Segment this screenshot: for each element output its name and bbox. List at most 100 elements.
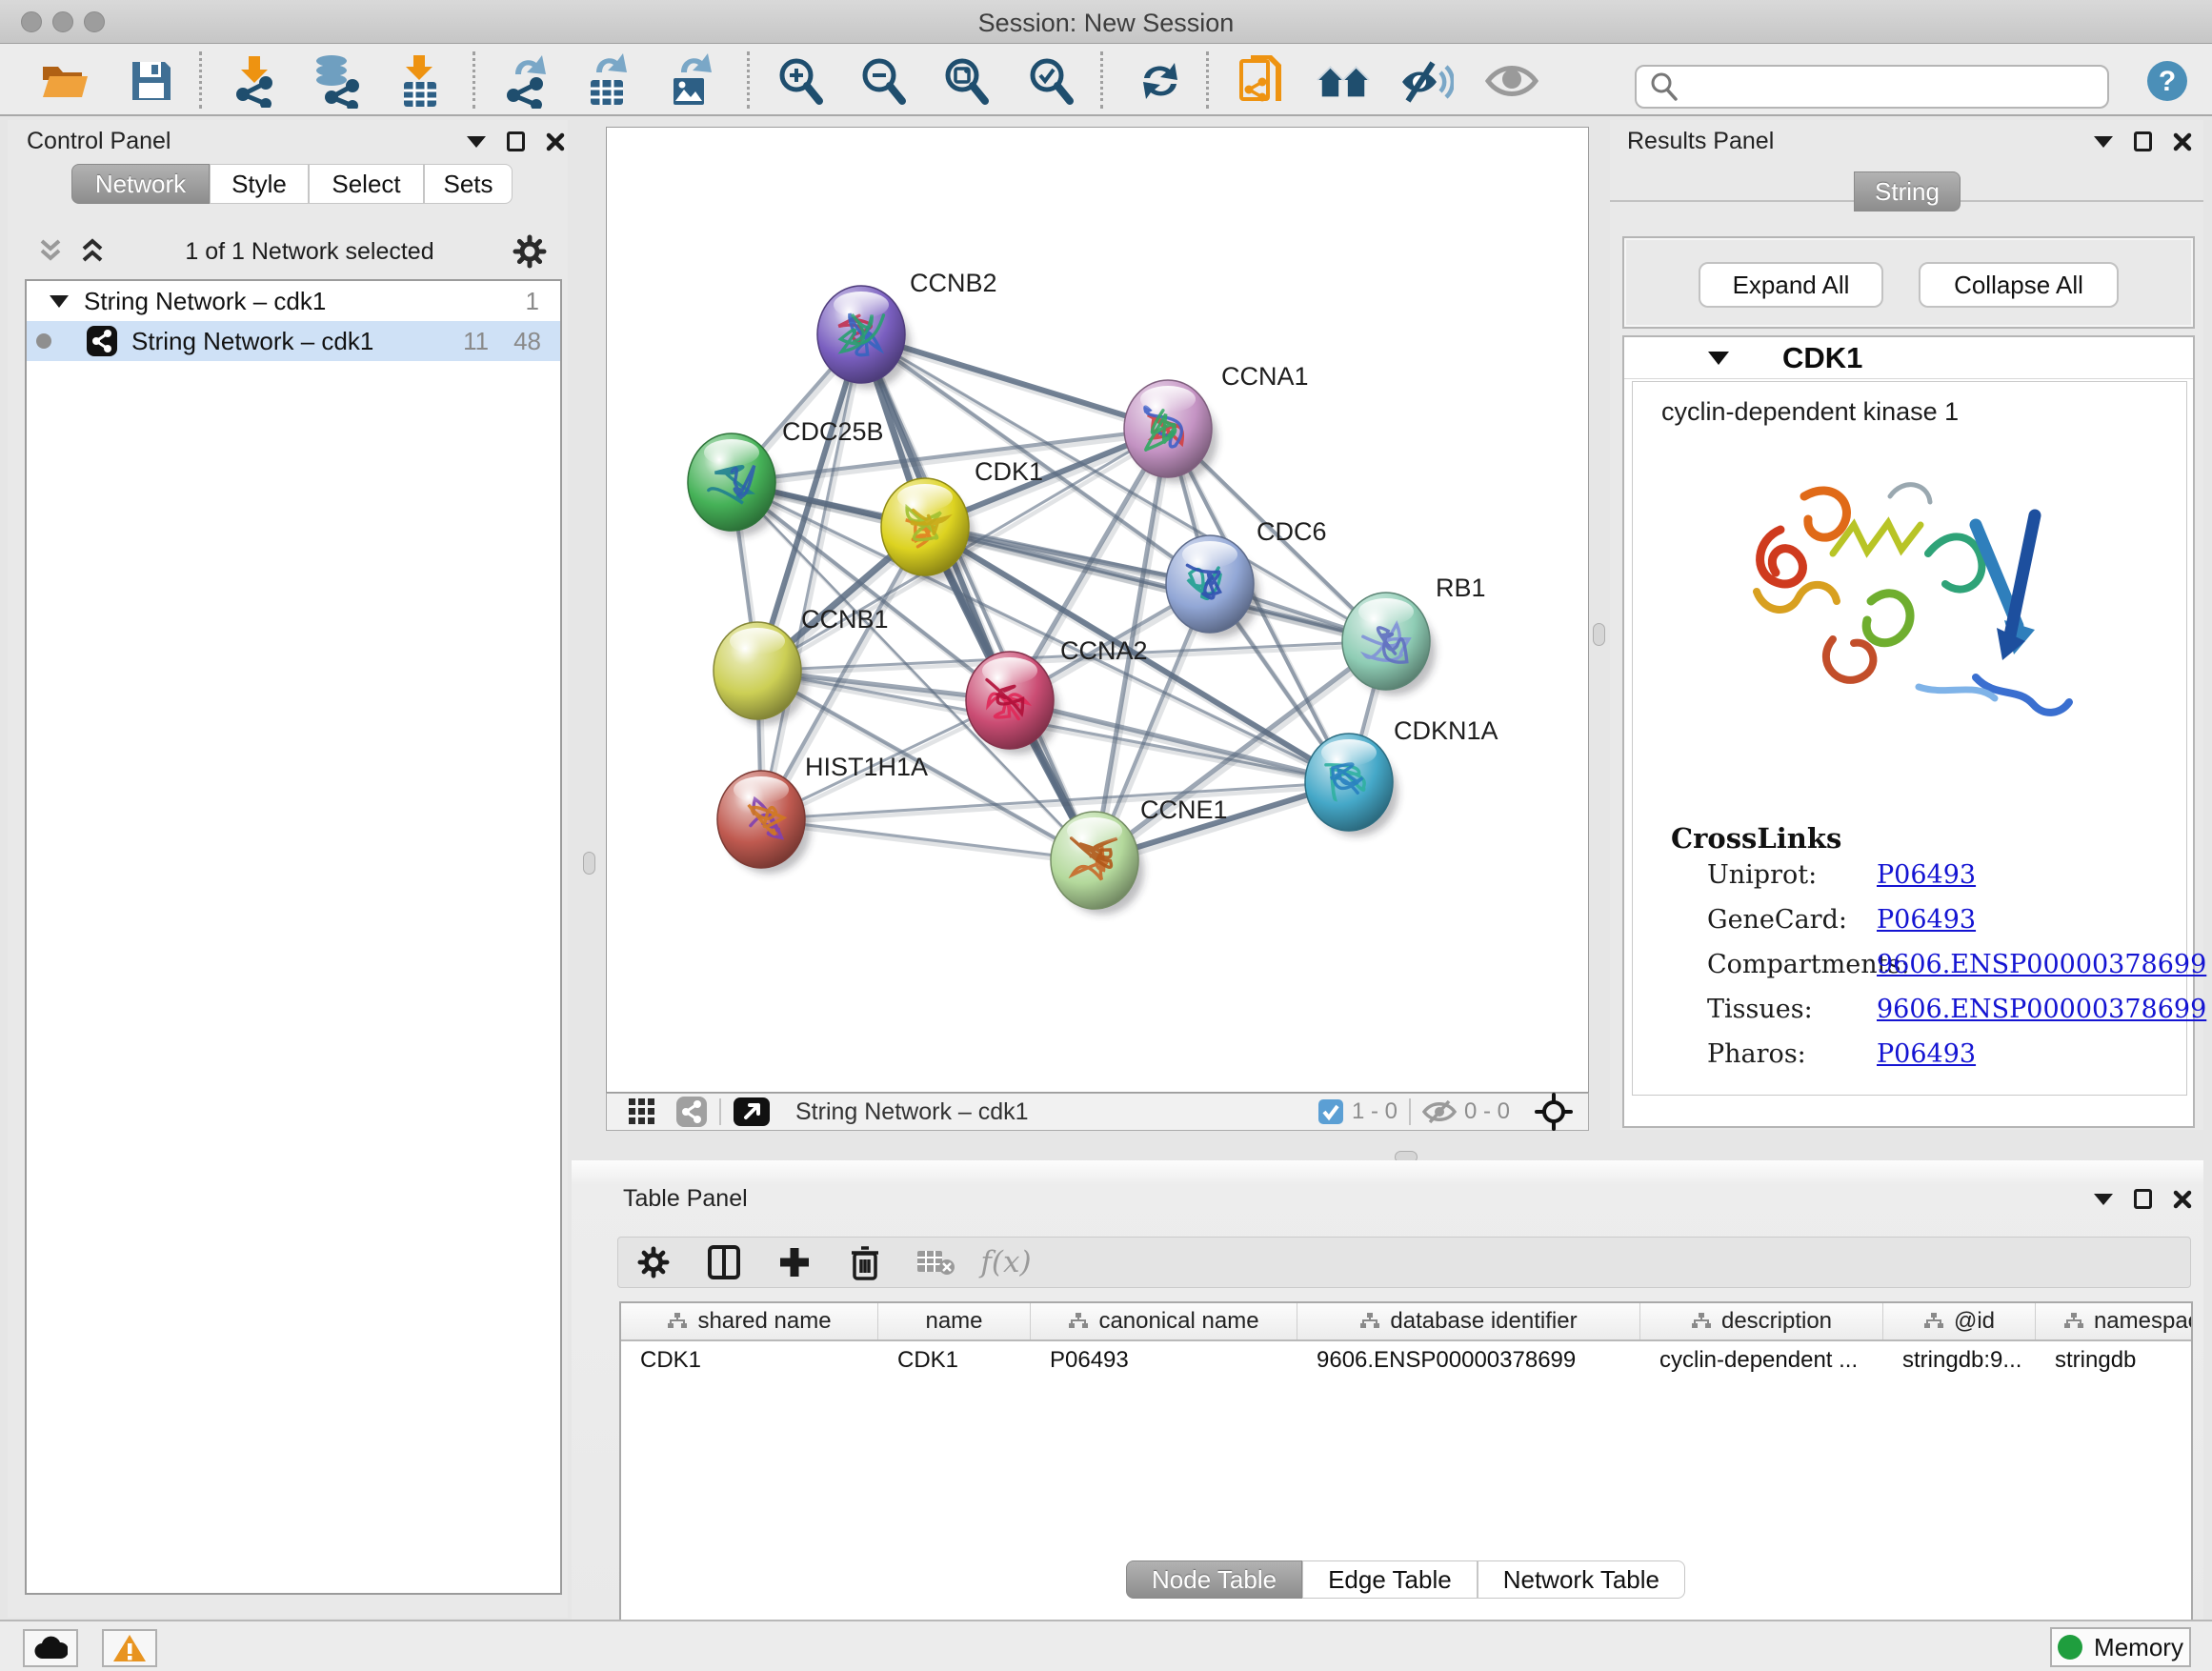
splitter-handle[interactable] bbox=[583, 852, 595, 875]
zoom-out-button[interactable] bbox=[855, 53, 911, 109]
results-panel-menu-icon[interactable] bbox=[2094, 136, 2113, 148]
table-cell[interactable]: stringdb bbox=[2036, 1341, 2193, 1379]
column-header-database-identifier[interactable]: database identifier bbox=[1297, 1303, 1640, 1339]
network-node-ccne1[interactable] bbox=[1051, 812, 1144, 915]
splitter-handle[interactable] bbox=[1593, 623, 1605, 646]
network-graph[interactable]: CCNB2CCNA1CDC25BCDK1CDC6RB1CCNB1CCNA2CDK… bbox=[607, 128, 1588, 1092]
birds-eye-view-icon[interactable] bbox=[733, 1097, 771, 1127]
table-cell[interactable]: 9606.ENSP00000378699 bbox=[1297, 1341, 1640, 1379]
zoom-selected-button[interactable] bbox=[1023, 53, 1078, 109]
table-row[interactable]: CDK1CDK1P064939606.ENSP00000378699cyclin… bbox=[621, 1341, 2193, 1379]
hide-graphics-button[interactable] bbox=[1399, 53, 1455, 109]
column-header--id[interactable]: @id bbox=[1883, 1303, 2036, 1339]
section-collapse-icon[interactable] bbox=[1708, 352, 1729, 365]
table-cell[interactable]: P06493 bbox=[1031, 1341, 1297, 1379]
table-cell[interactable]: stringdb:9... bbox=[1883, 1341, 2036, 1379]
column-header-shared-name[interactable]: shared name bbox=[621, 1303, 878, 1339]
network-collection-row[interactable]: String Network – cdk1 1 bbox=[27, 281, 560, 321]
tab-edge-table[interactable]: Edge Table bbox=[1302, 1560, 1478, 1599]
hidden-eye-icon[interactable] bbox=[1422, 1099, 1457, 1124]
crosslink-link[interactable]: P06493 bbox=[1877, 860, 1976, 890]
search-input[interactable] bbox=[1688, 73, 2107, 100]
network-options-gear-icon[interactable] bbox=[513, 234, 547, 269]
show-columns-button[interactable] bbox=[689, 1245, 759, 1279]
show-graphics-button[interactable] bbox=[1484, 53, 1539, 109]
tab-network[interactable]: Network bbox=[71, 164, 210, 204]
selected-checkbox-icon[interactable] bbox=[1317, 1098, 1344, 1125]
network-canvas[interactable]: CCNB2CCNA1CDC25BCDK1CDC6RB1CCNB1CCNA2CDK… bbox=[606, 127, 1589, 1093]
network-node-ccna1[interactable] bbox=[1124, 380, 1217, 483]
tab-sets[interactable]: Sets bbox=[424, 164, 513, 204]
zoom-in-button[interactable] bbox=[773, 53, 828, 109]
column-header-name[interactable]: name bbox=[878, 1303, 1031, 1339]
expand-all-button[interactable]: Expand All bbox=[1699, 262, 1883, 308]
node-table[interactable]: shared namenamecanonical namedatabase id… bbox=[619, 1301, 2193, 1671]
network-node-rb1[interactable] bbox=[1342, 593, 1436, 695]
tab-select[interactable]: Select bbox=[309, 164, 424, 204]
refresh-view-button[interactable] bbox=[1133, 53, 1188, 109]
column-header-canonical-name[interactable]: canonical name bbox=[1031, 1303, 1297, 1339]
collapse-all-trees-icon[interactable] bbox=[36, 237, 65, 266]
fit-crosshair-icon[interactable] bbox=[1535, 1093, 1573, 1131]
network-node-cdkn1a[interactable] bbox=[1305, 734, 1398, 836]
table-mode-button[interactable] bbox=[618, 1246, 689, 1278]
import-network-database-button[interactable] bbox=[310, 53, 365, 109]
crosslink-link[interactable]: P06493 bbox=[1877, 905, 1976, 935]
results-panel-close-icon[interactable] bbox=[2173, 132, 2192, 151]
string-view-icon[interactable] bbox=[675, 1096, 708, 1128]
network-edge[interactable] bbox=[761, 334, 861, 819]
control-panel-menu-icon[interactable] bbox=[467, 136, 486, 148]
import-table-file-button[interactable] bbox=[392, 53, 448, 109]
zoom-fit-button[interactable] bbox=[938, 53, 994, 109]
crosslink-label: Pharos: bbox=[1707, 1039, 1806, 1069]
cloud-icon bbox=[33, 1636, 68, 1661]
column-header-namespace[interactable]: namespace bbox=[2036, 1303, 2193, 1339]
collection-expand-icon[interactable] bbox=[50, 295, 69, 308]
delete-table-button[interactable] bbox=[900, 1248, 971, 1277]
function-builder-button[interactable]: f(x) bbox=[971, 1245, 1041, 1279]
open-folder-icon bbox=[40, 59, 90, 103]
network-node-hist1h1a[interactable] bbox=[717, 771, 811, 874]
network-view-toolbar: String Network – cdk1 1 - 0 0 - 0 bbox=[606, 1093, 1589, 1131]
import-network-file-button[interactable] bbox=[228, 53, 283, 109]
export-network-button[interactable] bbox=[498, 53, 553, 109]
table-panel-float-icon[interactable] bbox=[2134, 1189, 2152, 1209]
share-document-button[interactable] bbox=[1235, 53, 1290, 109]
crosslink-link[interactable]: 9606.ENSP00000378699 bbox=[1877, 995, 2206, 1024]
export-image-button[interactable] bbox=[663, 53, 718, 109]
memory-button[interactable]: Memory bbox=[2050, 1627, 2191, 1667]
grid-view-icon[interactable] bbox=[628, 1097, 656, 1126]
table-panel-menu-icon[interactable] bbox=[2094, 1194, 2113, 1205]
column-header-description[interactable]: description bbox=[1640, 1303, 1883, 1339]
home-button[interactable] bbox=[1316, 53, 1371, 109]
open-session-button[interactable] bbox=[37, 53, 92, 109]
table-cell[interactable]: cyclin-dependent ... bbox=[1640, 1341, 1883, 1379]
tab-style[interactable]: Style bbox=[210, 164, 309, 204]
table-cell[interactable]: CDK1 bbox=[621, 1341, 878, 1379]
network-selection-summary: 1 of 1 Network selected bbox=[107, 238, 513, 266]
tab-string[interactable]: String bbox=[1854, 171, 1961, 211]
control-panel-float-icon[interactable] bbox=[507, 131, 525, 151]
column-type-icon bbox=[2063, 1312, 2084, 1331]
table-cell[interactable]: CDK1 bbox=[878, 1341, 1031, 1379]
expand-all-trees-icon[interactable] bbox=[78, 237, 107, 266]
control-panel-close-icon[interactable] bbox=[546, 132, 565, 151]
crosslink-link[interactable]: 9606.ENSP00000378699 bbox=[1877, 950, 2206, 979]
network-edge[interactable] bbox=[761, 819, 1095, 860]
table-panel-close-icon[interactable] bbox=[2173, 1190, 2192, 1209]
cloud-status-button[interactable] bbox=[23, 1629, 78, 1667]
delete-column-button[interactable] bbox=[830, 1244, 900, 1280]
tab-network-table[interactable]: Network Table bbox=[1478, 1560, 1685, 1599]
create-column-button[interactable] bbox=[759, 1246, 830, 1278]
warning-status-button[interactable] bbox=[102, 1629, 157, 1667]
help-button[interactable]: ? bbox=[2140, 53, 2195, 109]
node-label-ccnb2: CCNB2 bbox=[910, 269, 997, 297]
results-panel-float-icon[interactable] bbox=[2134, 131, 2152, 151]
tab-node-table[interactable]: Node Table bbox=[1126, 1560, 1302, 1599]
collapse-all-button[interactable]: Collapse All bbox=[1919, 262, 2119, 308]
crosslink-link[interactable]: P06493 bbox=[1877, 1039, 1976, 1069]
network-node-cdc6[interactable] bbox=[1166, 535, 1259, 638]
network-row-selected[interactable]: String Network – cdk1 11 48 bbox=[27, 321, 560, 361]
save-session-button[interactable] bbox=[124, 53, 179, 109]
export-table-button[interactable] bbox=[580, 53, 635, 109]
